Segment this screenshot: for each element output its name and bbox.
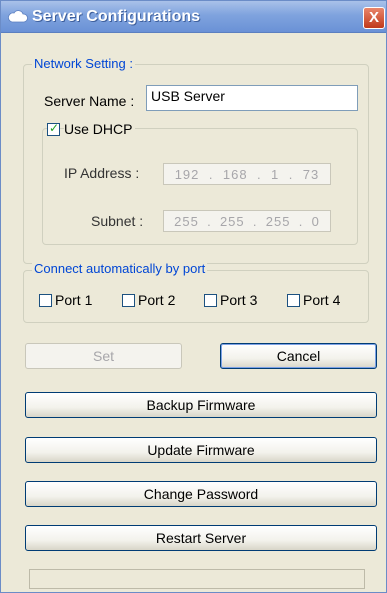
port-4-label: Port 4	[303, 292, 341, 308]
ip-address-label: IP Address :	[64, 165, 140, 181]
port-4-checkbox[interactable]	[287, 294, 300, 307]
port-group-legend: Connect automatically by port	[32, 261, 208, 276]
close-button[interactable]: X	[363, 7, 385, 29]
restart-server-button[interactable]: Restart Server	[25, 525, 377, 551]
network-setting-legend: Network Setting :	[32, 56, 135, 71]
ip-octet-2: 168	[222, 166, 248, 182]
subnet-octet-4: 0	[311, 213, 320, 229]
port-3-checkbox[interactable]	[204, 294, 217, 307]
set-button[interactable]: Set	[25, 343, 182, 369]
ip-octet-1: 192	[174, 166, 200, 182]
subnet-octet-3: 255	[265, 213, 291, 229]
subnet-label: Subnet :	[91, 213, 144, 229]
server-config-window: Server Configurations X Network Setting …	[0, 0, 387, 593]
use-dhcp-label: Use DHCP	[64, 121, 136, 137]
change-password-button[interactable]: Change Password	[25, 481, 377, 507]
use-dhcp-checkbox[interactable]	[47, 121, 60, 136]
cancel-button[interactable]: Cancel	[220, 343, 377, 369]
subnet-input[interactable]: 255. 255. 255. 0	[163, 210, 331, 232]
port-1-label: Port 1	[55, 292, 93, 308]
ip-octet-4: 73	[302, 166, 320, 182]
server-name-input[interactable]: USB Server	[146, 85, 358, 111]
title-bar[interactable]: Server Configurations X	[1, 1, 386, 33]
port-1-checkbox[interactable]	[39, 294, 52, 307]
server-name-label: Server Name :	[44, 93, 135, 109]
backup-firmware-button[interactable]: Backup Firmware	[25, 392, 377, 418]
ip-octet-3: 1	[271, 166, 280, 182]
update-firmware-button[interactable]: Update Firmware	[25, 437, 377, 463]
cloud-icon	[8, 10, 28, 23]
subnet-octet-2: 255	[219, 213, 245, 229]
status-bar	[29, 569, 365, 589]
subnet-octet-1: 255	[174, 213, 199, 229]
port-2-checkbox[interactable]	[122, 294, 135, 307]
port-3-label: Port 3	[220, 292, 258, 308]
ip-address-input[interactable]: 192. 168. 1. 73	[163, 163, 331, 185]
port-2-label: Port 2	[138, 292, 176, 308]
window-title: Server Configurations	[32, 8, 201, 25]
